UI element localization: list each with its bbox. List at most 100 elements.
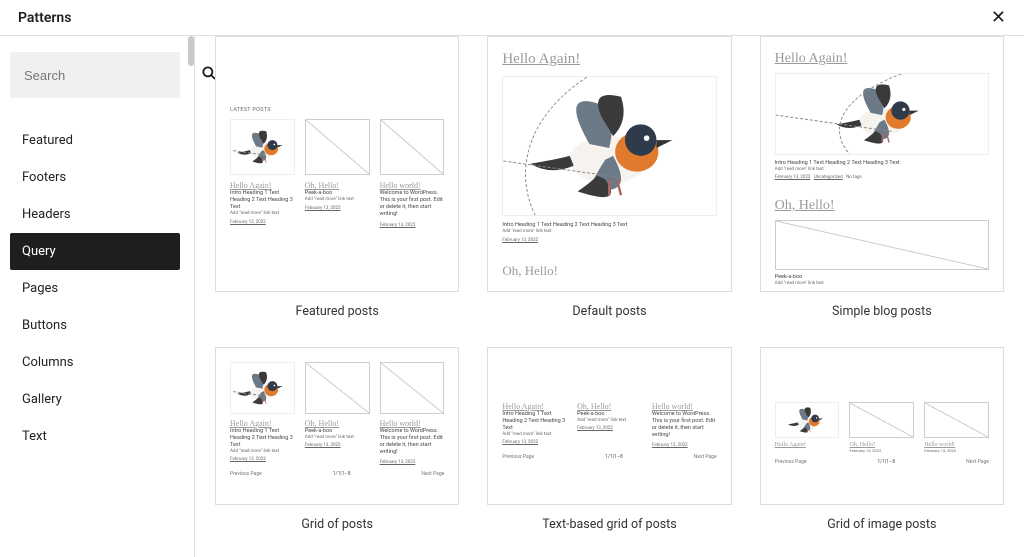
image-placeholder	[305, 119, 370, 175]
post-date: February 13, 2022	[502, 238, 716, 243]
post-title: Hello Again!	[502, 51, 716, 68]
search-input[interactable]	[24, 68, 200, 83]
pattern-preview: Hello Again! Oh, Hello! February 13, 202…	[760, 347, 1004, 505]
post-title: Oh, Hello!	[305, 181, 370, 190]
pattern-featured-posts[interactable]: LATEST POSTS Hello Again! Intro Heading …	[215, 36, 459, 319]
pager-prev: Previous Page	[230, 471, 262, 477]
post-excerpt: Welcome to WordPress. This is your first…	[380, 190, 445, 219]
pattern-label: Text-based grid of posts	[487, 517, 731, 532]
pattern-preview: Hello Again! Intro Heading 1 Text Headin…	[215, 347, 459, 505]
preview-heading: LATEST POSTS	[230, 107, 444, 113]
pattern-label: Grid of image posts	[760, 517, 1004, 532]
post-title: Hello Again!	[775, 51, 989, 67]
pager: Previous Page 1/1|1–8 Next Page	[775, 459, 989, 465]
post-readmore: Add "read more" link text	[305, 197, 370, 202]
post-readmore: Add "read more" link text	[502, 432, 567, 437]
post-readmore: Add "read more" link text	[230, 211, 295, 216]
scrollbar-handle[interactable]	[188, 36, 194, 66]
post-title: Hello Again!	[775, 442, 840, 448]
post-readmore: Add "read more" link text	[775, 167, 989, 172]
image-placeholder	[775, 220, 989, 270]
post-readmore: Add "read more" link text	[577, 418, 642, 423]
category-text[interactable]: Text	[10, 418, 180, 455]
pattern-label: Grid of posts	[215, 517, 459, 532]
pager-next: Next Page	[966, 459, 989, 465]
post-readmore: Add "read more" link text	[502, 229, 716, 234]
pager-next: Next Page	[421, 471, 444, 477]
category-headers[interactable]: Headers	[10, 196, 180, 233]
post-date: February 13, 2022	[305, 206, 370, 211]
pattern-text-grid-of-posts[interactable]: Hello Again! Intro Heading 1 Text Headin…	[487, 347, 731, 532]
post-date: February 13, 2022	[230, 457, 295, 462]
category-featured[interactable]: Featured	[10, 122, 180, 159]
pattern-grid-of-posts[interactable]: Hello Again! Intro Heading 1 Text Headin…	[215, 347, 459, 532]
post-title: Hello world!	[380, 419, 445, 428]
image-placeholder	[305, 362, 370, 414]
post-readmore: Add "read more" link text	[775, 281, 989, 286]
category-columns[interactable]: Columns	[10, 344, 180, 381]
post-date: February 13, 2022	[577, 426, 642, 431]
category-pages[interactable]: Pages	[10, 270, 180, 307]
category-list: Featured Footers Headers Query Pages But…	[10, 122, 180, 455]
post-readmore: Add "read more" link text	[305, 435, 370, 440]
pager: Previous Page 1/1|1–8 Next Page	[502, 454, 716, 460]
header-bar: Patterns ✕	[0, 0, 1024, 36]
pager-status: 1/1|1–8	[605, 454, 623, 460]
sidebar: Featured Footers Headers Query Pages But…	[0, 36, 195, 557]
category-query[interactable]: Query	[10, 233, 180, 270]
post-excerpt: Intro Heading 1 Text Heading 2 Text Head…	[502, 411, 567, 432]
pattern-label: Default posts	[487, 304, 731, 319]
image-placeholder	[849, 402, 914, 438]
pager: Previous Page 1/1|1–8 Next Page	[230, 471, 444, 477]
post-title: Oh, Hello!	[502, 263, 716, 279]
post-excerpt: Welcome to WordPress. This is your first…	[380, 428, 445, 457]
patterns-grid: LATEST POSTS Hello Again! Intro Heading …	[195, 36, 1024, 557]
pager-status: 1/1|1–8	[877, 459, 895, 465]
post-category: Uncategorized	[814, 175, 843, 180]
post-date: February 13, 2022	[502, 440, 567, 445]
image-placeholder	[380, 362, 445, 414]
page-title: Patterns	[18, 10, 71, 26]
pager-prev: Previous Page	[775, 459, 807, 465]
post-date: February 13, 2022	[305, 443, 370, 448]
post-excerpt: Intro Heading 1 Text Heading 2 Text Head…	[230, 190, 295, 211]
pattern-default-posts[interactable]: Hello Again! Intro Heading 1 Text Headin…	[487, 36, 731, 319]
pattern-grid-of-image-posts[interactable]: Hello Again! Oh, Hello! February 13, 202…	[760, 347, 1004, 532]
pattern-label: Simple blog posts	[760, 304, 1004, 319]
pattern-preview: Hello Again! Intro Heading 1 Text Headin…	[760, 36, 1004, 292]
category-buttons[interactable]: Buttons	[10, 307, 180, 344]
close-icon[interactable]: ✕	[991, 9, 1006, 27]
post-date: February 13, 2022	[775, 175, 811, 180]
category-footers[interactable]: Footers	[10, 159, 180, 196]
pattern-label: Featured posts	[215, 304, 459, 319]
post-subtitle: February 13, 2022	[924, 448, 989, 453]
post-title: Hello world!	[380, 181, 445, 190]
pattern-preview: Hello Again! Intro Heading 1 Text Headin…	[487, 36, 731, 292]
search-field[interactable]	[10, 52, 180, 98]
post-date: February 13, 2022	[380, 460, 445, 465]
post-title: Oh, Hello!	[577, 402, 642, 411]
post-title: Oh, Hello!	[775, 198, 989, 214]
post-title: Hello Again!	[502, 402, 567, 411]
post-title: Hello world!	[652, 402, 717, 411]
post-readmore: Add "read more" link text	[230, 449, 295, 454]
pattern-preview: Hello Again! Intro Heading 1 Text Headin…	[487, 347, 731, 505]
category-gallery[interactable]: Gallery	[10, 381, 180, 418]
pager-next: Next Page	[694, 454, 717, 460]
post-title: Hello Again!	[230, 419, 295, 428]
post-subtitle: February 13, 2022	[849, 448, 914, 453]
post-excerpt: Intro Heading 1 Text Heading 2 Text Head…	[230, 428, 295, 449]
image-placeholder	[924, 402, 989, 438]
post-date: February 13, 2022	[380, 223, 445, 228]
post-tags: No tags	[846, 175, 862, 180]
pager-prev: Previous Page	[502, 454, 534, 460]
post-date: February 13, 2022	[652, 443, 717, 448]
post-date: February 13, 2022	[230, 220, 295, 225]
post-title: Hello Again!	[230, 181, 295, 190]
pager-status: 1/1|1–8	[333, 471, 351, 477]
pattern-preview: LATEST POSTS Hello Again! Intro Heading …	[215, 36, 459, 292]
post-excerpt: Welcome to WordPress. This is your first…	[652, 411, 717, 440]
pattern-simple-blog-posts[interactable]: Hello Again! Intro Heading 1 Text Headin…	[760, 36, 1004, 319]
post-title: Oh, Hello!	[305, 419, 370, 428]
image-placeholder	[380, 119, 445, 175]
